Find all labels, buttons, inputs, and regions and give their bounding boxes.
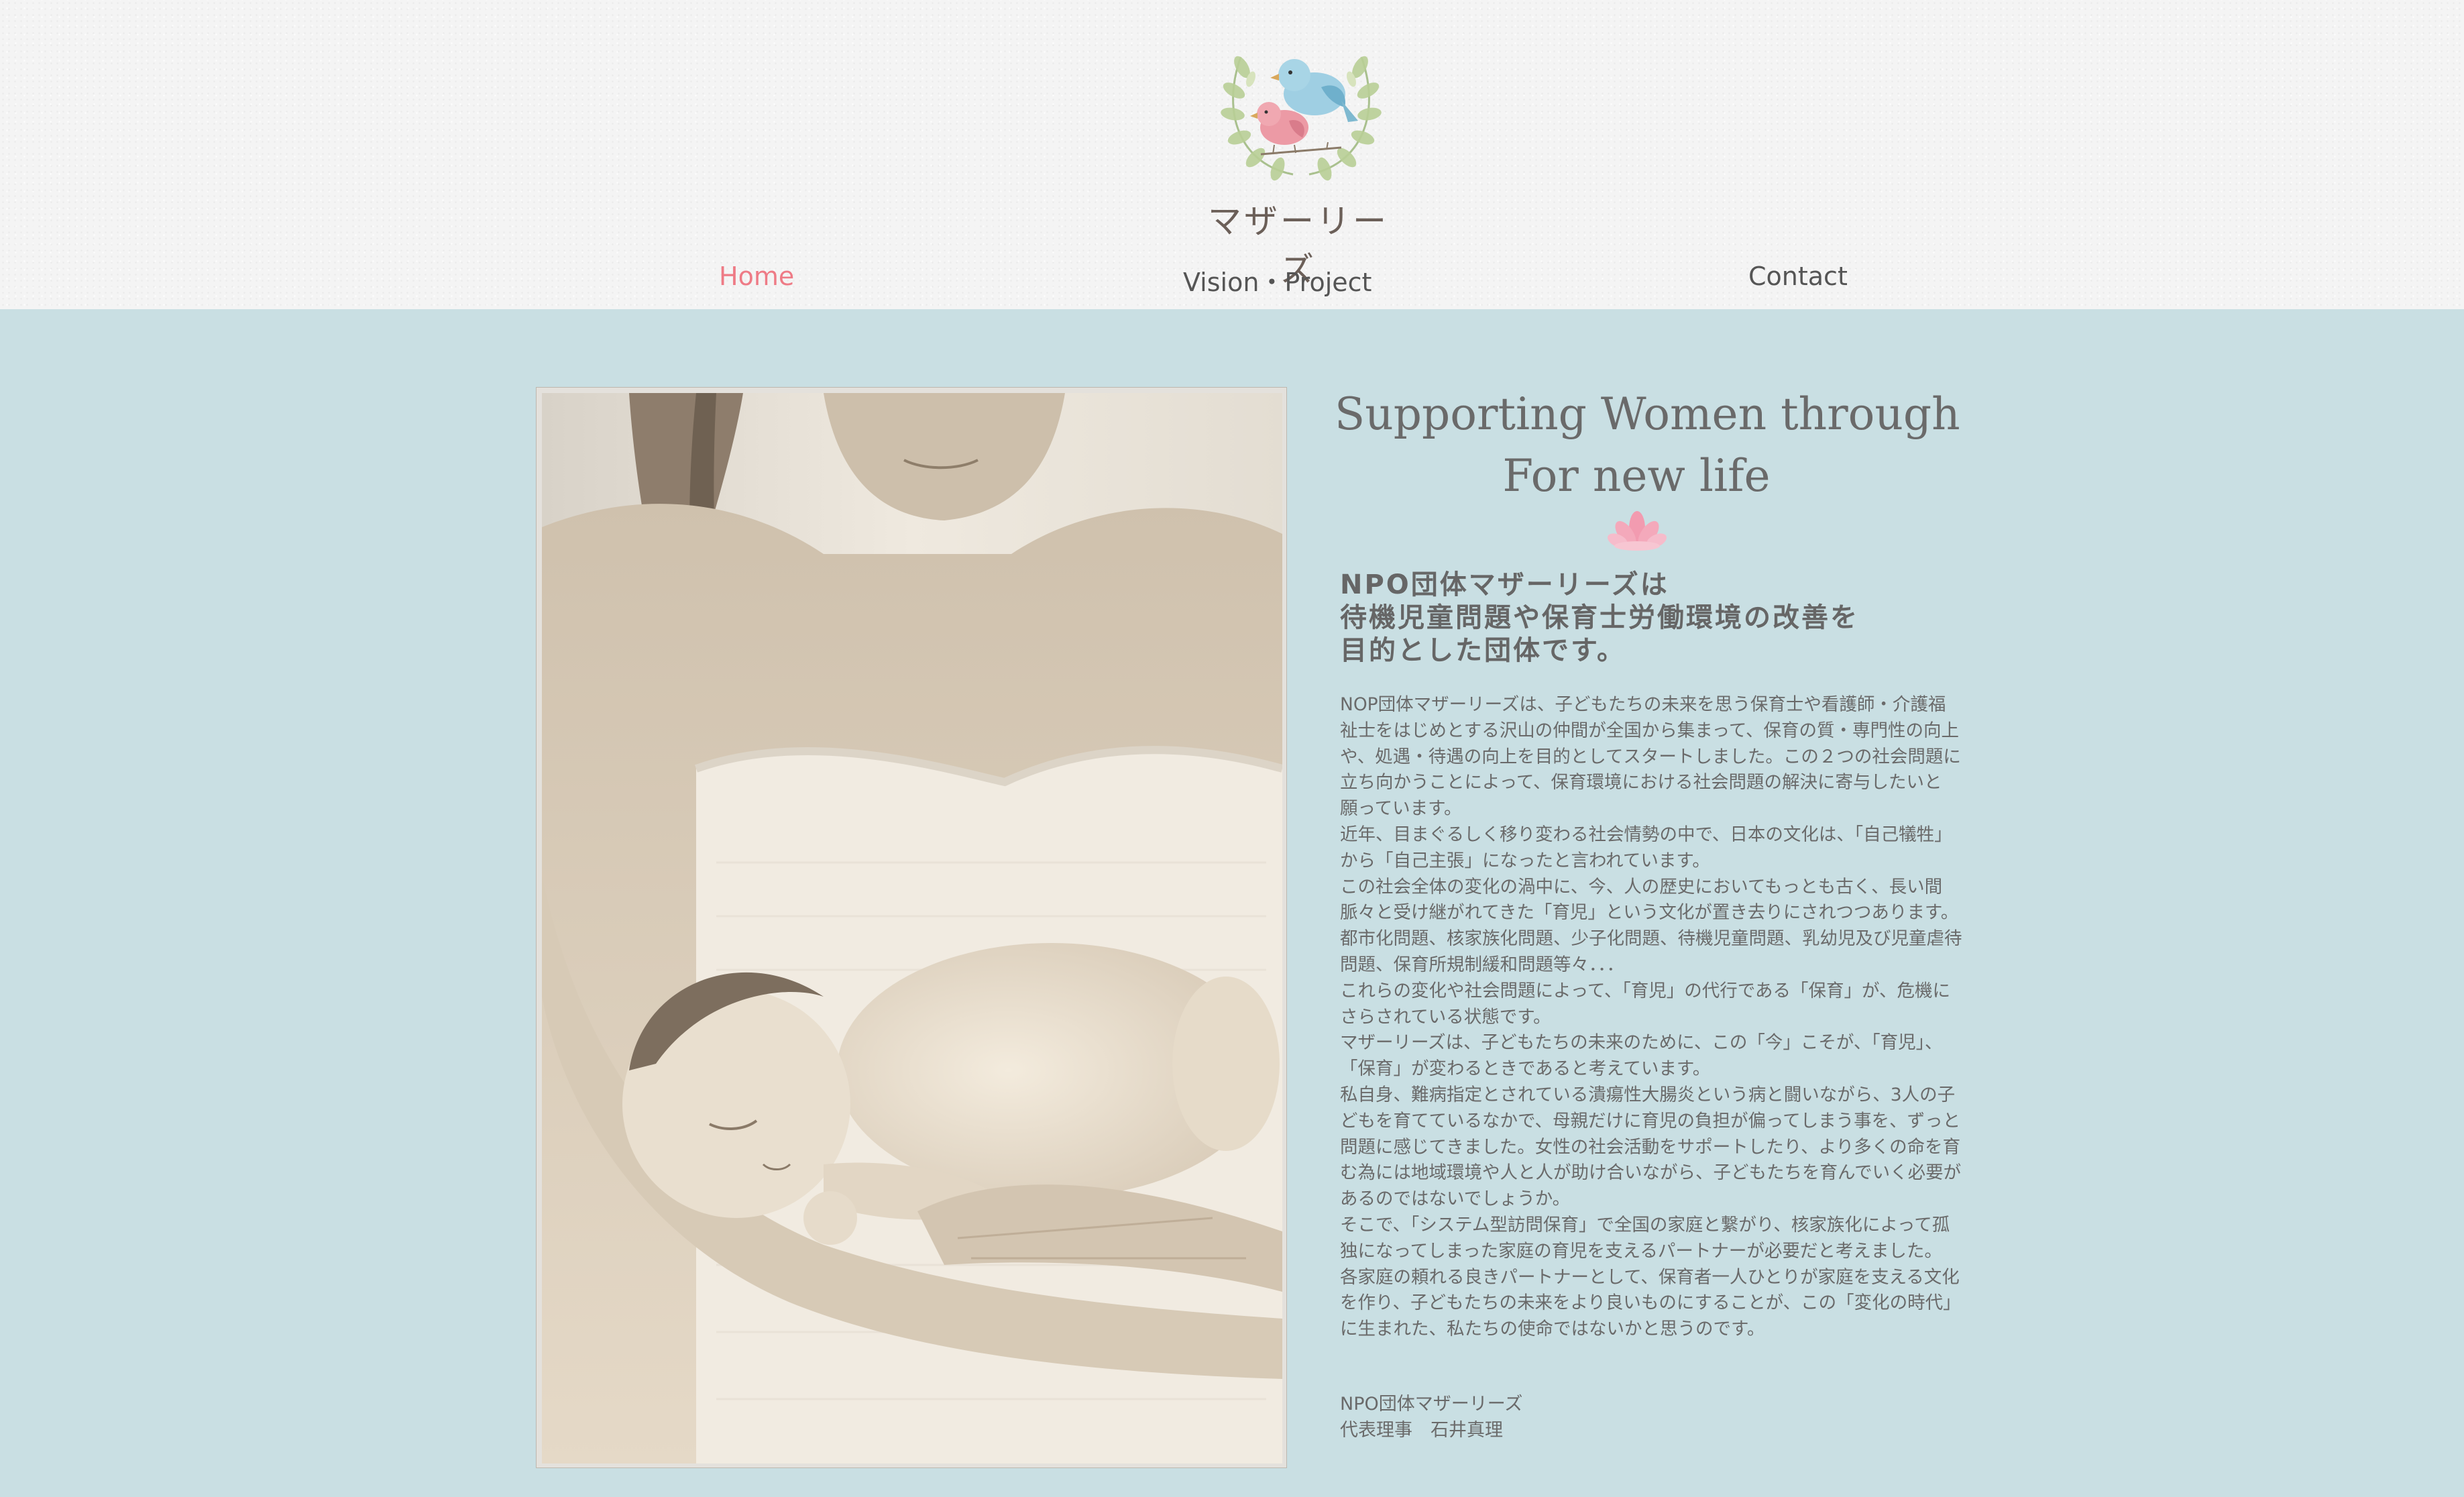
body-line: に生まれた、私たちの使命ではないかと思うのです。 xyxy=(1340,1319,1765,1340)
site-header: マザーリーズ Home Vision・Project Contact xyxy=(0,0,2464,309)
headline-line-1: Supporting Women through xyxy=(1335,388,1960,440)
hero-photo-frame xyxy=(536,387,1287,1468)
body-line: マザーリーズは、子どもたちの未来のために、この「今」こそが、「育児」、 xyxy=(1340,1032,1943,1054)
body-line: 各家庭の頼れる良きパートナーとして、保育者一人ひとりが家庭を支える文化 xyxy=(1340,1266,1960,1288)
body-line: この社会全体の変化の渦中に、今、人の歴史においてもっとも古く、長い間 xyxy=(1340,876,1943,897)
body-line: NOP団体マザーリーズは、子どもたちの未来を思う保育士や看護師・介護福 xyxy=(1340,694,1946,715)
body-line: 願っています。 xyxy=(1340,798,1462,820)
main-nav: Home Vision・Project Contact xyxy=(0,262,2464,302)
nav-vision-project[interactable]: Vision・Project xyxy=(1183,262,1371,298)
body-text: NOP団体マザーリーズは、子どもたちの未来を思う保育士や看護師・介護福 祉士をは… xyxy=(1340,692,1997,1343)
body-line: 「保育」が変わるときであると考えています。 xyxy=(1340,1058,1711,1080)
nav-home[interactable]: Home xyxy=(719,262,794,291)
body-line: 問題に感じてきました。女性の社会活動をサポートしたり、より多くの命を育 xyxy=(1340,1136,1961,1158)
nav-contact[interactable]: Contact xyxy=(1748,262,1848,291)
body-line: 祉士をはじめとする沢山の仲間が全国から集まって、保育の質・専門性の向上 xyxy=(1340,720,1959,741)
body-line: 立ち向かうことによって、保育環境における社会問題の解決に寄与したいと xyxy=(1340,772,1942,793)
body-line: 都市化問題、核家族化問題、少子化問題、待機児童問題、乳幼児及び児童虐待 xyxy=(1340,928,1962,950)
body-line: あるのではないでしょうか。 xyxy=(1340,1188,1571,1210)
lotus-icon xyxy=(1607,508,1667,553)
mother-baby-photo xyxy=(542,393,1282,1463)
signature-name: 代表理事 石井真理 xyxy=(1340,1420,1503,1441)
lead-line: 待機児童問題や保育士労働環境の改善を xyxy=(1340,602,1859,633)
birds-wreath-logo[interactable] xyxy=(1214,20,1388,188)
body-line: 問題、保育所規制緩和問題等々．．． xyxy=(1340,954,1624,975)
body-line: 近年、目まぐるしく移り変わる社会情勢の中で、日本の文化は、「自己犠牲」 xyxy=(1340,824,1952,845)
body-line: 脈々と受け継がれてきた「育児」という文化が置き去りにされつつあります。 xyxy=(1340,902,1959,924)
body-line: を作り、子どもたちの未来をより良いものにすることが、この「変化の時代」 xyxy=(1340,1292,1961,1314)
body-line: これらの変化や社会問題によって、「育児」の代行である「保育」が、危機に xyxy=(1340,980,1951,1001)
body-line: そこで、「システム型訪問保育」で全国の家庭と繋がり、核家族化によって孤 xyxy=(1340,1214,1950,1235)
headline-line-2: For new life xyxy=(1502,450,1771,502)
body-line: から「自己主張」になったと言われています。 xyxy=(1340,850,1710,871)
body-line: さらされている状態です。 xyxy=(1340,1006,1551,1028)
body-line: 私自身、難病指定とされている潰瘍性大腸炎という病と闘いながら、3人の子 xyxy=(1340,1084,1956,1105)
headline: Supporting Women through For new life xyxy=(1335,384,1960,507)
lead-line: NPO団体マザーリーズは xyxy=(1340,569,1669,600)
signature: NPO団体マザーリーズ 代表理事 石井真理 xyxy=(1340,1391,1522,1443)
signature-org: NPO団体マザーリーズ xyxy=(1340,1394,1523,1415)
body-line: 独になってしまった家庭の育児を支えるパートナーが必要だと考えました。 xyxy=(1340,1240,1942,1262)
lead-line: 目的とした団体です。 xyxy=(1340,635,1626,666)
lead-text: NPO団体マザーリーズは 待機児童問題や保育士労働環境の改善を 目的とした団体で… xyxy=(1340,569,2011,667)
body-line: や、処遇・待遇の向上を目的としてスタートしました。この２つの社会問題に xyxy=(1340,746,1961,767)
body-line: む為には地域環境や人と人が助け合いながら、子どもたちを育んでいく必要が xyxy=(1340,1162,1962,1184)
body-line: どもを育てているなかで、母親だけに育児の負担が偏ってしまう事を、ずっと xyxy=(1340,1110,1961,1131)
